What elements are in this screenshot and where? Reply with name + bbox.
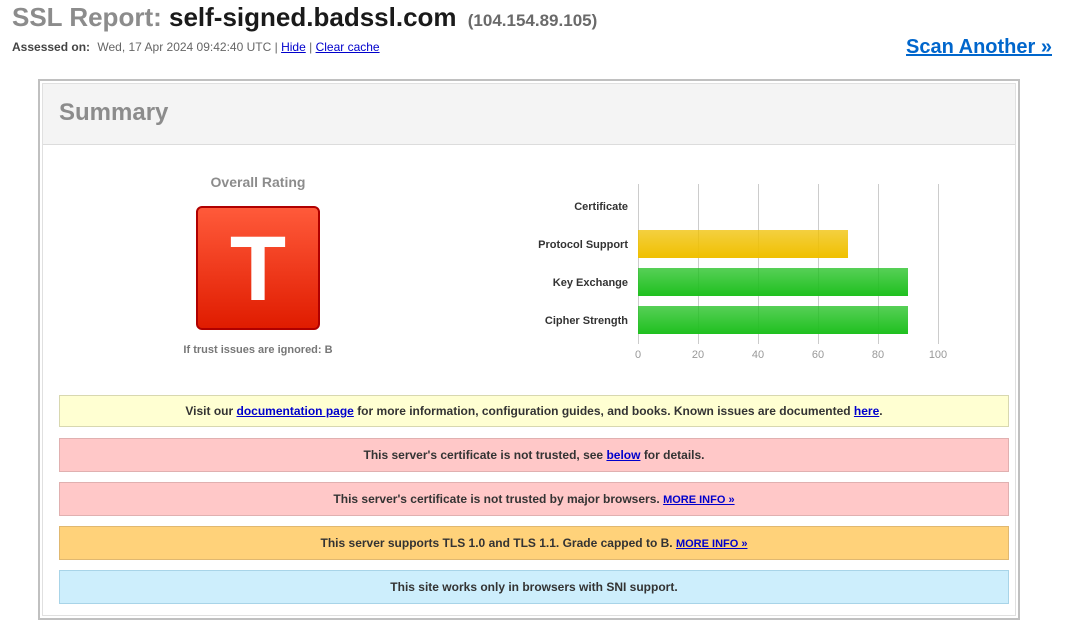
major-browsers-text: This server's certificate is not trusted… xyxy=(333,492,660,506)
docs-text-pre: Visit our xyxy=(185,404,234,418)
hostname: self-signed.badssl.com xyxy=(169,2,457,32)
more-info-link-trust[interactable]: MORE INFO » xyxy=(663,494,735,506)
tls-notice: This server supports TLS 1.0 and TLS 1.1… xyxy=(59,526,1009,560)
assessed-line: Assessed on: Wed, 17 Apr 2024 09:42:40 U… xyxy=(12,40,597,54)
known-issues-link[interactable]: here xyxy=(854,404,879,418)
docs-text-post: . xyxy=(879,404,883,418)
ip-address: (104.154.89.105) xyxy=(467,11,598,30)
category-label: Key Exchange xyxy=(553,277,628,289)
summary-title: Summary xyxy=(43,84,1015,145)
tls-text: This server supports TLS 1.0 and TLS 1.1… xyxy=(320,536,673,550)
link-separator: | xyxy=(309,40,313,54)
summary-panel: Summary Overall Rating T If trust issues… xyxy=(38,79,1020,620)
hide-link[interactable]: Hide xyxy=(281,40,306,54)
bar-cipher-strength xyxy=(638,306,908,334)
title-prefix: SSL Report: xyxy=(12,2,162,32)
category-label: Certificate xyxy=(574,201,628,213)
not-trusted-text: This server's certificate is not trusted… xyxy=(363,448,604,462)
more-info-link-tls[interactable]: MORE INFO » xyxy=(676,538,748,550)
x-tick-label: 20 xyxy=(692,349,704,361)
x-tick-label: 60 xyxy=(812,349,824,361)
x-tick-label: 80 xyxy=(872,349,884,361)
category-label: Protocol Support xyxy=(538,239,628,251)
x-tick-label: 40 xyxy=(752,349,764,361)
documentation-page-link[interactable]: documentation page xyxy=(237,404,354,418)
rating-bar-chart: 0 20 40 60 80 100 Certificate Protocol Support K… xyxy=(538,184,947,361)
sni-text: This site works only in browsers with SN… xyxy=(390,580,678,594)
assessed-value: Wed, 17 Apr 2024 09:42:40 UTC | xyxy=(97,40,278,54)
trust-note: If trust issues are ignored: B xyxy=(183,344,333,356)
major-browsers-notice: This server's certificate is not trusted… xyxy=(59,482,1009,516)
bar-protocol-support xyxy=(638,230,848,258)
documentation-notice: Visit our documentation page for more in… xyxy=(59,395,1009,427)
x-tick-label: 0 xyxy=(635,349,641,361)
sni-notice: This site works only in browsers with SN… xyxy=(59,570,1009,604)
category-label: Cipher Strength xyxy=(545,315,628,327)
report-header: SSL Report: self-signed.badssl.com (104.… xyxy=(12,0,597,54)
bar-key-exchange xyxy=(638,268,908,296)
overall-rating: Overall Rating T If trust issues are ign… xyxy=(183,174,333,356)
not-trusted-text-post: for details. xyxy=(643,448,705,462)
scan-another-link[interactable]: Scan Another » xyxy=(906,36,1052,59)
clear-cache-link[interactable]: Clear cache xyxy=(316,40,380,54)
docs-text-mid: for more information, configuration guid… xyxy=(357,404,851,418)
x-tick-label: 100 xyxy=(929,349,947,361)
grade-badge: T xyxy=(196,206,320,330)
not-trusted-notice: This server's certificate is not trusted… xyxy=(59,438,1009,472)
overall-rating-label: Overall Rating xyxy=(210,174,306,190)
below-link[interactable]: below xyxy=(606,448,640,462)
page-title: SSL Report: self-signed.badssl.com (104.… xyxy=(12,0,597,34)
assessed-label: Assessed on: xyxy=(12,40,91,54)
